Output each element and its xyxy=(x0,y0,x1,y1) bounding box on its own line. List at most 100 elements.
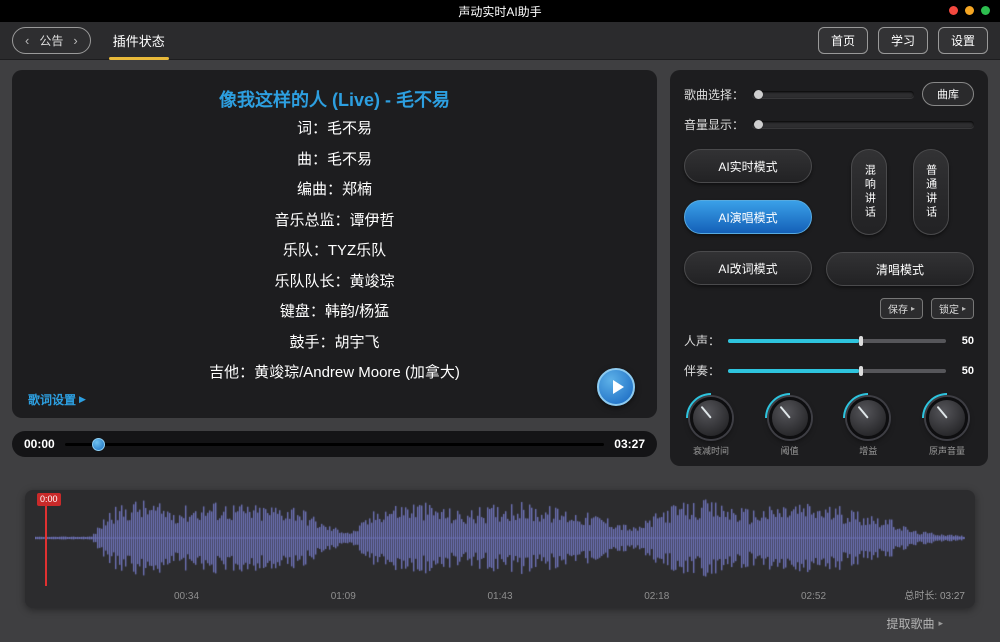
original-volume-knob[interactable] xyxy=(926,397,968,439)
accompaniment-label: 伴奏： xyxy=(684,362,720,379)
mode-buttons: AI实时模式 AI演唱模式 AI改词模式 混响讲话 普通讲话 清唱模式 xyxy=(684,149,974,286)
ai-sing-mode-button[interactable]: AI演唱模式 xyxy=(684,200,812,234)
time-tick: 01:09 xyxy=(331,591,356,602)
normal-talk-button[interactable]: 普通讲话 xyxy=(913,149,949,235)
ai-realtime-mode-button[interactable]: AI实时模式 xyxy=(684,149,812,183)
knob-decay-time: 衰减时间 xyxy=(690,397,732,457)
playback-timeline: 00:00 03:27 xyxy=(12,431,657,457)
toolbar-right-buttons: 首页 学习 设置 xyxy=(818,27,988,54)
song-info-line: 吉他：黄竣琮/Andrew Moore (加拿大) xyxy=(209,358,460,389)
volume-display-label: 音量显示： xyxy=(684,116,744,133)
song-select-row: 歌曲选择： 曲库 xyxy=(684,82,974,106)
chevron-right-icon[interactable]: › xyxy=(73,34,77,47)
knob-threshold: 阈值 xyxy=(769,397,811,457)
waveform-playhead[interactable] xyxy=(45,494,47,586)
vocal-slider[interactable] xyxy=(728,339,946,343)
announcement-control[interactable]: ‹ 公告 › xyxy=(12,27,91,54)
vocal-slider-fill xyxy=(728,339,859,343)
song-info-line: 编曲：郑楠 xyxy=(297,175,372,206)
preset-buttons-row: 保存 ▸ 锁定 ▸ xyxy=(684,298,974,319)
timeline-track[interactable] xyxy=(65,443,605,446)
vocal-level-row: 人声： 50 xyxy=(684,332,974,349)
threshold-knob[interactable] xyxy=(769,397,811,439)
save-button[interactable]: 保存 ▸ xyxy=(880,298,923,319)
library-button[interactable]: 曲库 xyxy=(922,82,974,106)
extract-song-button[interactable]: 提取歌曲 ▸ xyxy=(25,608,975,632)
minimize-button[interactable] xyxy=(965,6,974,15)
arrow-right-icon: ▶ xyxy=(79,394,86,405)
current-time: 00:00 xyxy=(24,437,55,451)
knob-label: 阈值 xyxy=(781,444,799,457)
song-info-line: 键盘：韩韵/杨猛 xyxy=(280,297,389,328)
lyrics-settings-label: 歌词设置 xyxy=(28,391,76,408)
announcement-label: 公告 xyxy=(39,32,63,49)
vertical-mode-buttons: 混响讲话 普通讲话 xyxy=(826,149,974,235)
knob-label: 增益 xyxy=(859,444,877,457)
window-title: 声动实时AI助手 xyxy=(458,3,541,20)
toolbar: ‹ 公告 › 插件状态 首页 学习 设置 xyxy=(0,22,1000,60)
decay-time-knob[interactable] xyxy=(690,397,732,439)
song-select-slider-handle[interactable] xyxy=(754,90,763,99)
total-duration-label: 总时长: 03:27 xyxy=(904,587,965,602)
waveform-canvas[interactable] xyxy=(35,496,965,580)
song-info-line: 词：毛不易 xyxy=(297,114,372,145)
total-time: 03:27 xyxy=(614,437,645,451)
song-select-label: 歌曲选择： xyxy=(684,86,744,103)
timeline-handle[interactable] xyxy=(92,438,105,451)
ai-mode-column: AI实时模式 AI演唱模式 AI改词模式 xyxy=(684,149,812,286)
tab-active-underline xyxy=(109,57,169,60)
learn-button[interactable]: 学习 xyxy=(878,27,928,54)
maximize-button[interactable] xyxy=(981,6,990,15)
close-button[interactable] xyxy=(949,6,958,15)
window-controls xyxy=(949,6,990,15)
waveform-section: 0:00 00:34 01:09 01:43 02:18 02:52 总时长: … xyxy=(25,490,975,632)
chevron-left-icon[interactable]: ‹ xyxy=(25,34,29,47)
song-info-line: 曲：毛不易 xyxy=(297,145,372,176)
time-tick: 02:52 xyxy=(801,591,826,602)
knob-gain: 增益 xyxy=(847,397,889,457)
settings-button[interactable]: 设置 xyxy=(938,27,988,54)
main-area: 像我这样的人 (Live) - 毛不易 词：毛不易 曲：毛不易 编曲：郑楠 音乐… xyxy=(0,60,1000,466)
control-panel: 歌曲选择： 曲库 音量显示： AI实时模式 AI演唱模式 AI改词模式 混响讲话… xyxy=(670,70,988,466)
song-info-line: 音乐总监：谭伊哲 xyxy=(274,206,394,237)
vocal-value: 50 xyxy=(954,335,974,347)
accompaniment-slider[interactable] xyxy=(728,369,946,373)
knob-arc xyxy=(676,383,747,454)
lock-button[interactable]: 锁定 ▸ xyxy=(931,298,974,319)
accompaniment-value: 50 xyxy=(954,365,974,377)
extract-song-label: 提取歌曲 xyxy=(886,615,934,632)
song-title: 像我这样的人 (Live) - 毛不易 xyxy=(219,86,450,112)
reverb-talk-button[interactable]: 混响讲话 xyxy=(851,149,887,235)
volume-display-row: 音量显示： xyxy=(684,116,974,133)
tab-plugin-status[interactable]: 插件状态 xyxy=(111,27,167,54)
song-info-line: 乐队队长：黄竣琮 xyxy=(274,267,394,298)
lyrics-settings-link[interactable]: 歌词设置 ▶ xyxy=(28,391,86,408)
accompaniment-slider-handle[interactable] xyxy=(859,366,863,376)
chevron-right-icon: ▸ xyxy=(911,304,915,313)
acapella-mode-button[interactable]: 清唱模式 xyxy=(826,252,974,286)
tab-label: 插件状态 xyxy=(113,34,165,49)
accompaniment-level-row: 伴奏： 50 xyxy=(684,362,974,379)
play-button[interactable] xyxy=(597,368,635,406)
vocal-label: 人声： xyxy=(684,332,720,349)
knob-original-volume: 原声音量 xyxy=(926,397,968,457)
gain-knob[interactable] xyxy=(847,397,889,439)
knob-arc xyxy=(833,383,904,454)
waveform-panel[interactable]: 0:00 00:34 01:09 01:43 02:18 02:52 总时长: … xyxy=(25,490,975,608)
song-info-line: 乐队：TYZ乐队 xyxy=(283,236,386,267)
song-select-slider[interactable] xyxy=(752,91,914,98)
knobs-row: 衰减时间 阈值 增益 原声音 xyxy=(684,397,974,457)
titlebar: 声动实时AI助手 xyxy=(0,0,1000,22)
volume-display-meter[interactable] xyxy=(752,121,974,128)
knob-label: 衰减时间 xyxy=(693,444,729,457)
time-tick: 02:18 xyxy=(644,591,669,602)
playhead-time-tag: 0:00 xyxy=(37,493,61,506)
vocal-slider-handle[interactable] xyxy=(859,336,863,346)
play-icon xyxy=(613,380,624,394)
home-button[interactable]: 首页 xyxy=(818,27,868,54)
left-column: 像我这样的人 (Live) - 毛不易 词：毛不易 曲：毛不易 编曲：郑楠 音乐… xyxy=(12,70,657,466)
knob-label: 原声音量 xyxy=(929,444,965,457)
volume-display-handle[interactable] xyxy=(754,120,763,129)
ai-rewrite-mode-button[interactable]: AI改词模式 xyxy=(684,251,812,285)
song-info-line: 鼓手：胡宇飞 xyxy=(289,328,379,359)
